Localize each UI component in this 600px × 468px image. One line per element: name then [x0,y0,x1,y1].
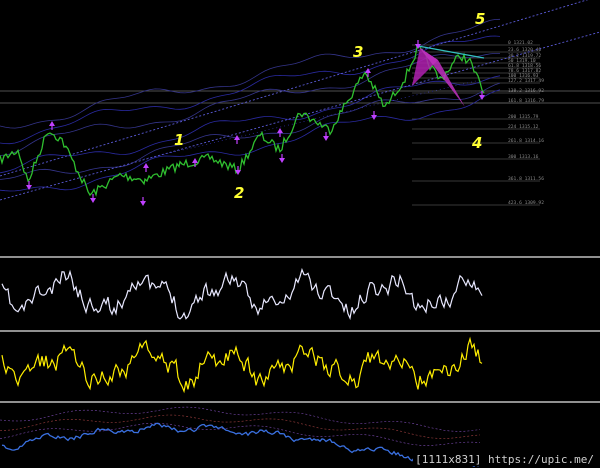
chart-canvas: 0 1321.0223.6 1320.4038.2 1319.7250 1319… [0,0,600,468]
fib-level-label: 138.2 1316.92 [508,88,544,94]
wave-label-3: 3 [353,43,363,61]
wave-label-4: 4 [471,134,482,152]
fib-level-label: 0 1321.02 [508,40,533,46]
fib-level-label: 300 1313.16 [508,154,539,160]
wave-label-1: 1 [174,131,184,149]
wave-label-2: 2 [234,184,244,202]
watermark-url: https://upic.me/ [488,453,594,466]
watermark-size: [1111x831] [415,453,482,466]
fib-level-label: 224 1315.12 [508,124,539,130]
watermark: [1111x831] https://upic.me/ [413,453,596,466]
fib-level-label: 200 1315.79 [508,114,539,120]
wave-label-5: 5 [475,10,485,28]
fib-level-label: 127.2 1317.49 [508,78,544,84]
fib-level-label: 261.8 1314.16 [508,138,544,144]
fib-level-label: 423.6 1309.92 [508,200,544,206]
fib-level-label: 161.8 1316.79 [508,98,544,104]
fib-level-label: 361.8 1311.56 [508,176,544,182]
